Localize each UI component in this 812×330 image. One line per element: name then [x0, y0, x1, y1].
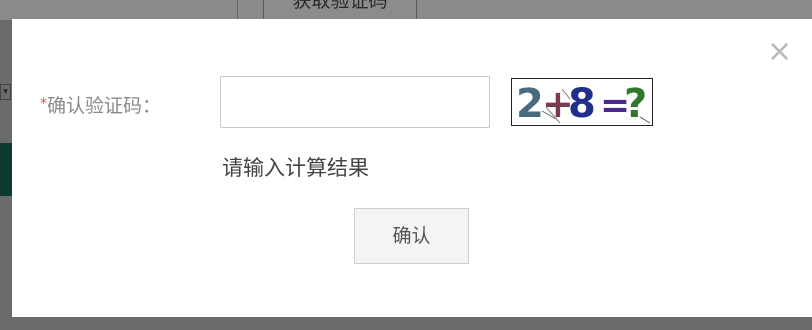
captcha-char: ? — [624, 81, 647, 125]
background-green-block — [0, 143, 12, 196]
captcha-image[interactable]: 2 +8 =? — [511, 78, 653, 126]
background-get-code-label: 获取验证码 — [292, 0, 388, 12]
background-get-code-button: 获取验证码 — [263, 0, 417, 20]
close-icon[interactable]: × — [767, 37, 792, 67]
confirm-button[interactable]: 确认 — [354, 208, 469, 264]
required-mark: * — [40, 96, 47, 112]
captcha-char: 8 — [568, 81, 596, 125]
captcha-glyphs: 2+8 =? — [516, 81, 647, 125]
background-select-arrow-icon: ▾ — [0, 84, 11, 100]
captcha-dialog: × *确认验证码： 2 +8 =? 请输入计算结果 确认 — [12, 19, 812, 317]
captcha-char: 2 — [516, 81, 544, 125]
captcha-input[interactable] — [220, 76, 490, 128]
background-divider — [237, 0, 238, 20]
captcha-label: *确认验证码： — [40, 91, 161, 118]
captcha-label-text: 确认验证码： — [47, 95, 162, 117]
captcha-row: *确认验证码： 2 +8 =? — [12, 75, 812, 131]
captcha-svg: 2+8 =? — [516, 81, 651, 125]
hint-text: 请输入计算结果 — [222, 156, 369, 180]
